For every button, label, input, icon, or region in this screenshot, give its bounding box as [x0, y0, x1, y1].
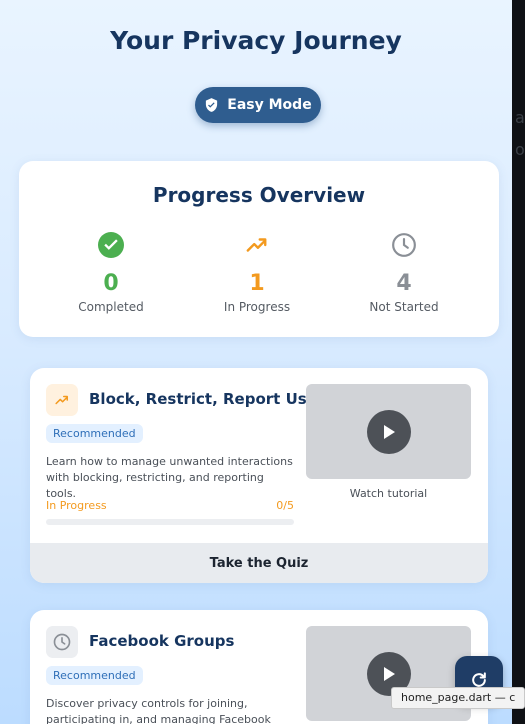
trending-up-icon	[246, 238, 267, 252]
in-progress-label: In Progress	[223, 300, 291, 314]
page-title: Your Privacy Journey	[110, 26, 402, 55]
stat-in-progress: 1 In Progress	[197, 231, 317, 314]
in-progress-count: 1	[249, 271, 265, 296]
trending-up-icon	[55, 395, 69, 405]
watch-tutorial-label: Watch tutorial	[349, 487, 428, 500]
module-icon-box	[46, 626, 78, 658]
progress-bar	[46, 519, 294, 525]
video-thumbnail[interactable]	[306, 384, 471, 479]
recommended-badge: Recommended	[46, 666, 143, 685]
editor-background-strip: a o	[512, 0, 525, 724]
completed-label: Completed	[78, 300, 144, 314]
shield-check-icon	[206, 98, 218, 112]
clock-icon	[53, 633, 71, 651]
clock-icon	[392, 233, 416, 257]
play-button[interactable]	[366, 409, 411, 454]
stat-completed: 0 Completed	[51, 231, 171, 314]
play-icon	[383, 424, 395, 439]
completed-count: 0	[103, 271, 119, 296]
module-description: Discover privacy controls for joining, p…	[46, 697, 271, 724]
progress-overview-title: Progress Overview	[152, 183, 366, 207]
easy-mode-label: Easy Mode	[227, 97, 312, 113]
progress-count: 0/5	[276, 499, 294, 512]
module-card-block-restrict[interactable]: Block, Restrict, Report Usage Recommende…	[30, 368, 488, 583]
background-glyph: a	[515, 108, 525, 127]
module-title: Block, Restrict, Report Usage	[89, 390, 338, 408]
recommended-badge: Recommended	[46, 424, 143, 443]
module-title: Facebook Groups	[89, 632, 235, 650]
module-icon-box	[46, 384, 78, 416]
take-quiz-button[interactable]: Take the Quiz	[30, 543, 488, 583]
file-tooltip: home_page.dart — c	[391, 687, 525, 709]
progress-overview-card: Progress Overview 0 Completed 1 In Progr…	[19, 161, 499, 337]
play-icon	[383, 666, 395, 681]
stat-not-started: 4 Not Started	[344, 231, 464, 314]
progress-status: In Progress	[46, 499, 107, 512]
app-screen: Your Privacy Journey Easy Mode Progress …	[0, 0, 512, 724]
not-started-count: 4	[396, 271, 412, 296]
check-circle-icon	[98, 232, 124, 258]
background-glyph: o	[515, 140, 525, 159]
easy-mode-button[interactable]: Easy Mode	[195, 87, 321, 123]
module-description: Learn how to manage unwanted interaction…	[46, 455, 293, 500]
not-started-label: Not Started	[369, 300, 439, 314]
